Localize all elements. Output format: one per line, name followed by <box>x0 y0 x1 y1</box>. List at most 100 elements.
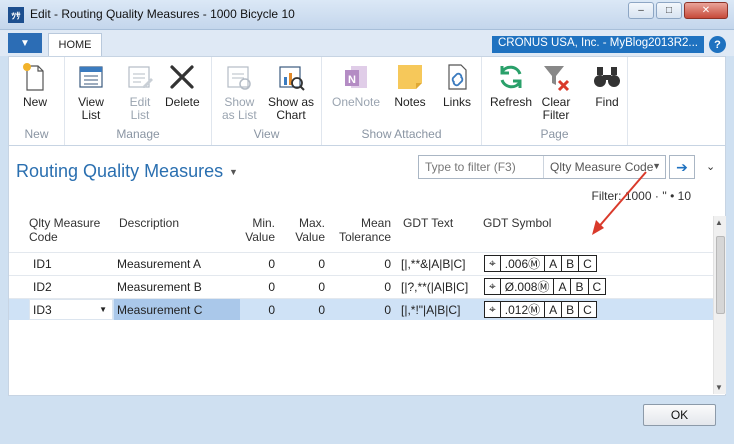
column-header-code[interactable]: Qlty Measure Code <box>29 216 119 244</box>
gdt-datum-b: B <box>571 279 589 294</box>
column-header-min[interactable]: Min. Value <box>231 216 275 244</box>
cell-gdt-text: [|?,**(|A|B|C] <box>401 280 469 294</box>
cell-code: ID1 <box>33 257 52 271</box>
cell-mean: 0 <box>384 257 391 271</box>
ribbon: New New View List Edit List Delete Manag… <box>8 56 726 146</box>
column-header-gdt-text[interactable]: GDT Text <box>403 216 453 230</box>
clear-filter-button[interactable]: Clear Filter <box>540 61 572 122</box>
new-button[interactable]: New <box>19 61 51 109</box>
gdt-datum-b: B <box>562 302 580 317</box>
vertical-scrollbar[interactable]: ▲ ▼ <box>713 216 726 394</box>
ok-button[interactable]: OK <box>643 404 716 426</box>
gdt-datum-c: C <box>592 279 602 294</box>
cell-min: 0 <box>268 280 275 294</box>
maximize-button[interactable]: □ <box>656 2 682 19</box>
links-button[interactable]: Links <box>441 61 473 109</box>
cell-min: 0 <box>268 303 275 317</box>
gdt-symbol-frame: ⌖ .006Ⓜ A B C <box>484 255 597 272</box>
apply-filter-arrow-icon[interactable]: ➔ <box>669 155 695 179</box>
links-label: Links <box>442 95 471 109</box>
filter-input[interactable] <box>419 156 541 178</box>
show-as-list-icon <box>223 61 255 93</box>
cell-max: 0 <box>318 257 325 271</box>
gdt-tolerance: .006Ⓜ <box>501 256 546 271</box>
collapse-chevron-icon[interactable]: ⌄ <box>706 160 715 173</box>
column-header-max[interactable]: Max. Value <box>281 216 325 244</box>
refresh-label: Refresh <box>490 95 533 109</box>
filter-summary: Filter: 1000 · '' • 10 <box>591 189 692 203</box>
cell-max: 0 <box>318 280 325 294</box>
scroll-down-icon[interactable]: ▼ <box>715 383 723 392</box>
onenote-icon: N <box>340 61 372 93</box>
onenote-label: OneNote <box>332 95 381 109</box>
cell-gdt-text: [|,*!"|A|B|C] <box>401 303 461 317</box>
refresh-button[interactable]: Refresh <box>490 61 532 109</box>
links-icon <box>441 61 473 93</box>
show-as-chart-button[interactable]: Show as Chart <box>268 61 314 122</box>
group-label-show-attached: Show Attached <box>361 127 442 141</box>
cell-mean: 0 <box>384 303 391 317</box>
show-as-chart-icon <box>275 61 307 93</box>
tab-home[interactable]: HOME <box>48 33 102 56</box>
show-as-list-button[interactable]: Show as List <box>222 61 257 122</box>
edit-list-button[interactable]: Edit List <box>124 61 156 122</box>
table-row[interactable]: ID1 Measurement A 0 0 0 [|,**&|A|B|C] ⌖ … <box>9 252 713 274</box>
table-row[interactable]: ID2 Measurement B 0 0 0 [|?,**(|A|B|C] ⌖… <box>9 275 713 297</box>
title-bar: ﾂｻ Edit - Routing Quality Measures - 100… <box>0 0 734 30</box>
onenote-button[interactable]: N OneNote <box>332 61 380 109</box>
show-as-list-label: Show as List <box>222 95 257 122</box>
code-lookup-field[interactable]: ID3 ▼ <box>29 299 113 320</box>
svg-text:N: N <box>348 74 356 86</box>
cell-mean: 0 <box>384 280 391 294</box>
delete-x-icon <box>166 61 198 93</box>
view-list-button[interactable]: View List <box>75 61 107 122</box>
column-header-description[interactable]: Description <box>119 216 179 230</box>
app-menu-button[interactable]: ▼ <box>8 33 42 53</box>
ribbon-tab-row: ▼ HOME CRONUS USA, Inc. - MyBlog2013R2..… <box>0 30 734 56</box>
window-title: Edit - Routing Quality Measures - 1000 B… <box>30 7 295 21</box>
notes-label: Notes <box>394 95 426 109</box>
scroll-up-icon[interactable]: ▲ <box>715 218 723 227</box>
gdt-tolerance: Ø.008Ⓜ <box>501 279 555 294</box>
cell-max: 0 <box>318 303 325 317</box>
edit-list-label: Edit List <box>129 95 151 122</box>
company-badge[interactable]: CRONUS USA, Inc. - MyBlog2013R2... <box>491 36 704 53</box>
column-header-mean[interactable]: Mean Tolerance <box>329 216 391 244</box>
ribbon-group-manage: View List Edit List Delete Manage <box>65 57 212 145</box>
list-page: Routing Quality Measures ▼ Qlty Measure … <box>8 146 726 396</box>
close-button[interactable]: ✕ <box>684 2 728 19</box>
app-logo-icon: ﾂｻ <box>8 7 24 23</box>
scroll-thumb[interactable] <box>716 236 725 314</box>
chevron-down-icon[interactable]: ▼ <box>99 305 107 314</box>
column-header-gdt-symbol[interactable]: GDT Symbol <box>483 216 551 230</box>
group-label-new: New <box>24 127 49 141</box>
gdt-symbol-frame: ⌖ Ø.008Ⓜ A B C <box>484 278 607 295</box>
filter-box: Qlty Measure Code ▼ <box>418 155 666 179</box>
gdt-datum-a: A <box>545 256 563 271</box>
title-caret-icon[interactable]: ▼ <box>229 167 238 177</box>
show-as-chart-label: Show as Chart <box>268 95 315 122</box>
gdt-datum-a: A <box>545 302 563 317</box>
gdt-datum-c: C <box>583 302 592 317</box>
delete-label: Delete <box>165 95 200 109</box>
ribbon-group-new: New New <box>9 57 65 145</box>
ribbon-group-page: Refresh Clear Filter Find Page <box>482 57 628 145</box>
chevron-down-icon: ▼ <box>652 161 661 171</box>
cell-min: 0 <box>268 257 275 271</box>
cell-gdt-text: [|,**&|A|B|C] <box>401 257 466 271</box>
cell-code: ID3 <box>33 303 52 317</box>
find-label: Find <box>595 95 619 109</box>
notes-button[interactable]: Notes <box>394 61 426 109</box>
delete-button[interactable]: Delete <box>165 61 200 109</box>
table-row-selected[interactable]: ID3 ▼ Measurement C 0 0 0 [|,*!"|A|B|C] … <box>9 298 713 320</box>
gdt-datum-c: C <box>583 256 592 271</box>
binoculars-icon <box>591 61 623 93</box>
find-button[interactable]: Find <box>591 61 623 109</box>
clear-filter-label: Clear Filter <box>541 95 571 122</box>
minimize-button[interactable]: ‒ <box>628 2 654 19</box>
gdt-position-icon: ⌖ <box>485 256 501 271</box>
view-list-icon <box>75 61 107 93</box>
page-title: Routing Quality Measures <box>16 161 224 181</box>
help-icon[interactable]: ? <box>709 36 726 53</box>
filter-field-select[interactable]: Qlty Measure Code ▼ <box>543 156 665 178</box>
